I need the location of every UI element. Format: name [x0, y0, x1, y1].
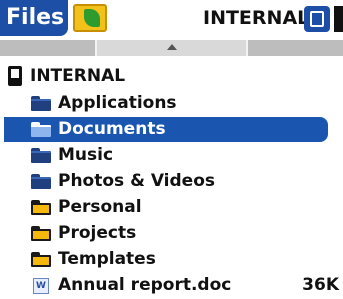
tree-item-label: Templates — [58, 249, 156, 269]
folder-app-icon[interactable] — [73, 4, 107, 32]
tree-root[interactable]: INTERNAL — [0, 64, 343, 89]
scroll-up-button[interactable] — [95, 40, 248, 56]
title-bar: Files INTERNAL — [0, 0, 343, 40]
tree-item-label: Photos & Videos — [58, 171, 216, 191]
scroll-strip — [0, 40, 343, 56]
word-document-icon: W — [33, 278, 49, 294]
tree-root-label: INTERNAL — [30, 66, 126, 86]
folder-icon — [31, 252, 51, 267]
scroll-segment-right — [248, 40, 343, 56]
tree-item-label: Personal — [58, 197, 142, 217]
folder-icon — [31, 148, 51, 163]
tree-item-label: Documents — [58, 119, 166, 139]
location-label[interactable]: INTERNAL — [203, 0, 309, 36]
card-outline — [310, 11, 324, 27]
app-title[interactable]: Files — [0, 0, 68, 36]
tree-item-templates[interactable]: Templates — [0, 247, 343, 272]
scroll-segment-left — [0, 40, 95, 56]
folder-icon — [31, 96, 51, 111]
folder-icon — [31, 226, 51, 241]
tree-item-label: Music — [58, 145, 114, 165]
file-tree: INTERNAL Applications Documents Music Ph… — [0, 56, 343, 299]
tree-item-projects[interactable]: Projects — [0, 221, 343, 246]
tree-item-documents[interactable]: Documents — [4, 117, 328, 142]
file-row[interactable]: W Annual report.doc 36K — [0, 273, 343, 298]
folder-icon — [31, 174, 51, 189]
tree-item-photos-videos[interactable]: Photos & Videos — [0, 169, 343, 194]
folder-icon — [31, 200, 51, 215]
file-name: Annual report.doc — [58, 275, 232, 295]
device-screen — [11, 69, 19, 78]
tree-item-personal[interactable]: Personal — [0, 195, 343, 220]
triangle-up-icon — [167, 44, 177, 50]
folder-icon — [31, 122, 51, 137]
file-size: 36K — [302, 275, 339, 295]
tree-item-applications[interactable]: Applications — [0, 91, 343, 116]
device-icon — [8, 66, 22, 86]
leaf-shape — [84, 9, 100, 27]
tree-item-label: Applications — [58, 93, 177, 113]
tree-item-music[interactable]: Music — [0, 143, 343, 168]
tree-item-label: Projects — [58, 223, 137, 243]
memory-card-icon[interactable] — [304, 6, 330, 32]
edge-button[interactable] — [334, 6, 343, 32]
